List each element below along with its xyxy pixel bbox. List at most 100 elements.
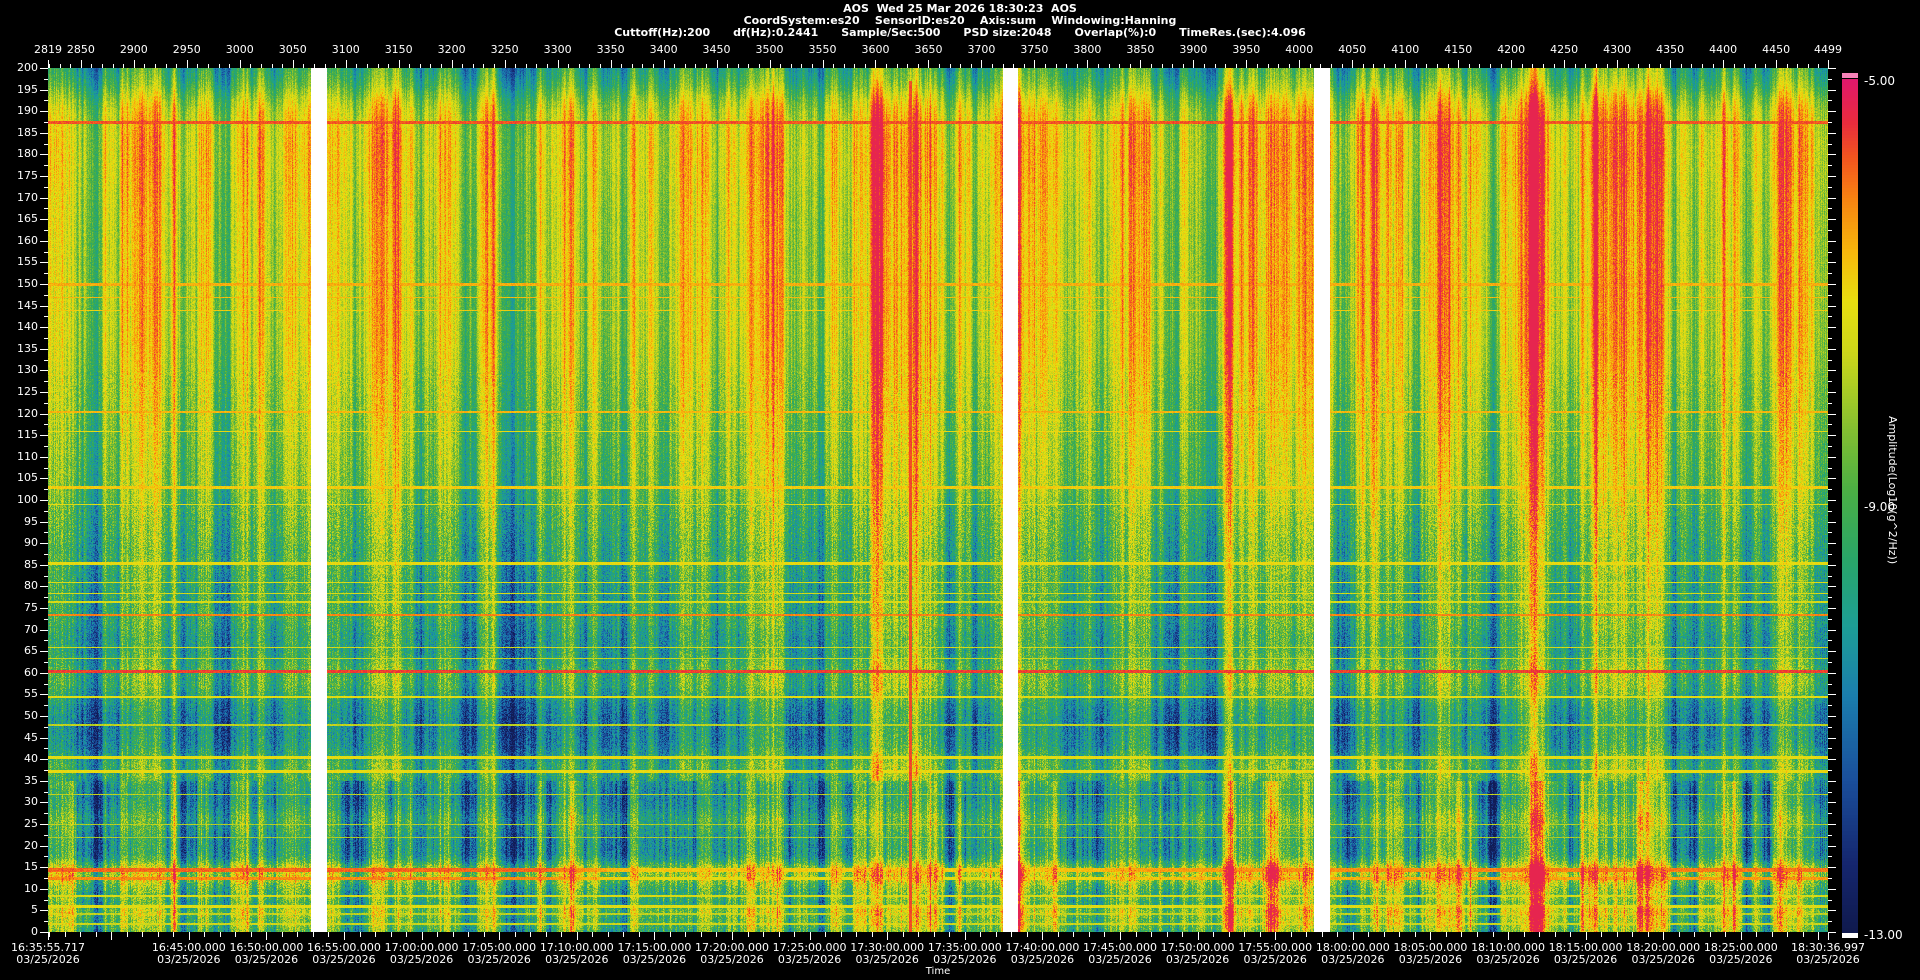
freq-axis-right-minor-tick [1828, 640, 1832, 641]
freq-axis-right-major-tick [1828, 133, 1836, 134]
top-axis-minor-tick [356, 64, 357, 68]
time-axis-minor-tick [49, 932, 50, 937]
top-axis-minor-tick [791, 64, 792, 68]
top-axis-tick-label: 3800 [1065, 44, 1109, 56]
top-axis-minor-tick [886, 64, 887, 68]
top-axis-minor-tick [1437, 64, 1438, 68]
top-axis-tick-label: 3150 [377, 44, 421, 56]
top-axis-tick-label: 3450 [695, 44, 739, 56]
freq-axis-major-tick [40, 306, 48, 307]
freq-axis-right-minor-tick [1828, 705, 1832, 706]
top-axis-minor-tick [325, 64, 326, 68]
top-axis-minor-tick [1098, 64, 1099, 68]
freq-axis-minor-tick [44, 532, 48, 533]
top-axis-minor-tick [1458, 64, 1459, 68]
freq-axis-minor-tick [44, 597, 48, 598]
top-axis-minor-tick [1151, 64, 1152, 68]
top-axis-minor-tick [1522, 64, 1523, 68]
top-axis-minor-tick [928, 64, 929, 68]
freq-axis-minor-tick [44, 662, 48, 663]
time-axis-minor-tick [1322, 932, 1323, 937]
top-axis-tick-label: 4050 [1330, 44, 1374, 56]
time-axis-minor-tick [980, 932, 981, 937]
top-axis-tick-label: 3350 [589, 44, 633, 56]
freq-axis-tick-label: 175 [0, 170, 38, 182]
top-axis-tick-label: 2850 [59, 44, 103, 56]
top-axis-minor-tick [60, 64, 61, 68]
time-axis-date-label: 03/25/2026 [765, 954, 855, 966]
time-axis-minor-tick [406, 932, 407, 937]
time-axis-major-tick [965, 932, 966, 940]
top-axis-minor-tick [1554, 64, 1555, 68]
freq-axis-minor-tick [44, 921, 48, 922]
time-axis-major-tick [1430, 932, 1431, 940]
top-axis-minor-tick [208, 64, 209, 68]
top-axis-minor-tick [1448, 64, 1449, 68]
freq-axis-tick-label: 140 [0, 321, 38, 333]
top-axis-minor-tick [123, 64, 124, 68]
top-axis-minor-tick [1405, 64, 1406, 68]
freq-axis-major-tick [40, 651, 48, 652]
top-axis-minor-tick [1013, 64, 1014, 68]
colorbar-title: Amplitude(Log10(g^2/Hz)) [1886, 0, 1899, 980]
time-axis-minor-tick [1679, 932, 1680, 937]
freq-axis-minor-tick [44, 79, 48, 80]
freq-axis-minor-tick [44, 446, 48, 447]
time-axis-minor-tick [235, 932, 236, 937]
top-axis-minor-tick [1204, 64, 1205, 68]
freq-axis-right-major-tick [1828, 630, 1836, 631]
freq-axis-minor-tick [44, 748, 48, 749]
time-axis-minor-tick [220, 932, 221, 937]
top-axis-minor-tick [303, 64, 304, 68]
time-axis-minor-tick [763, 932, 764, 937]
top-axis-minor-tick [1691, 64, 1692, 68]
time-axis-minor-tick [204, 932, 205, 937]
time-axis-date-label: 03/25/2026 [1696, 954, 1786, 966]
top-axis-minor-tick [1257, 64, 1258, 68]
top-axis-tick-label: 3850 [1118, 44, 1162, 56]
freq-axis-major-tick [40, 500, 48, 501]
freq-axis-major-tick [40, 68, 48, 69]
freq-axis-major-tick [40, 543, 48, 544]
top-axis-tick-label: 3950 [1224, 44, 1268, 56]
top-axis-minor-tick [960, 64, 961, 68]
freq-axis-minor-tick [44, 316, 48, 317]
time-axis-minor-tick [546, 932, 547, 937]
freq-axis-tick-label: 30 [0, 796, 38, 808]
freq-axis-minor-tick [44, 813, 48, 814]
freq-axis-tick-label: 20 [0, 840, 38, 852]
top-axis-minor-tick [1511, 64, 1512, 68]
top-axis-tick-label: 4200 [1489, 44, 1533, 56]
freq-axis-right-major-tick [1828, 759, 1836, 760]
freq-axis-right-minor-tick [1828, 727, 1832, 728]
freq-axis-tick-label: 185 [0, 127, 38, 139]
freq-axis-right-minor-tick [1828, 878, 1832, 879]
time-axis-date-label: 03/25/2026 [144, 954, 234, 966]
freq-axis-right-major-tick [1828, 306, 1836, 307]
top-axis-minor-tick [823, 64, 824, 68]
freq-axis-tick-label: 130 [0, 364, 38, 376]
top-axis-minor-tick [1373, 64, 1374, 68]
time-axis-minor-tick [996, 932, 997, 937]
freq-axis-tick-label: 150 [0, 278, 38, 290]
freq-axis-minor-tick [44, 835, 48, 836]
top-axis-minor-tick [155, 64, 156, 68]
freq-axis-right-major-tick [1828, 284, 1836, 285]
freq-axis-right-minor-tick [1828, 446, 1832, 447]
freq-axis-tick-label: 100 [0, 494, 38, 506]
top-axis-minor-tick [1702, 64, 1703, 68]
freq-axis-tick-label: 120 [0, 408, 38, 420]
time-axis-minor-tick [1104, 932, 1105, 937]
freq-axis-minor-tick [44, 360, 48, 361]
freq-axis-major-tick [40, 608, 48, 609]
freq-axis-tick-label: 180 [0, 148, 38, 160]
freq-axis-right-minor-tick [1828, 576, 1832, 577]
time-axis-minor-tick [794, 932, 795, 937]
time-axis-major-tick [499, 932, 500, 940]
x-axis-title: Time [48, 966, 1828, 977]
freq-axis-right-major-tick [1828, 241, 1836, 242]
top-axis-tick-label: 3500 [748, 44, 792, 56]
top-axis-minor-tick [664, 64, 665, 68]
time-axis-major-tick [422, 932, 423, 940]
time-axis-minor-tick [1493, 932, 1494, 937]
